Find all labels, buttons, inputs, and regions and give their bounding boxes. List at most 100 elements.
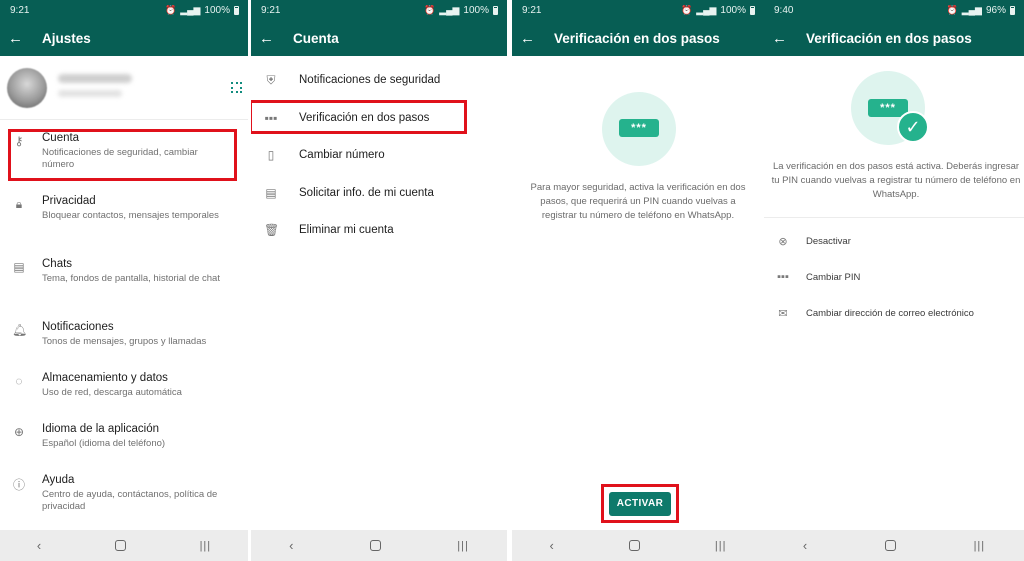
settings-item-ayuda[interactable]: ⓘ Ayuda Centro de ayuda, contáctanos, pol… bbox=[0, 473, 248, 521]
screen-ajustes: 9:21 ⏰ ▂▄▆ 100% ← Ajustes ⚷ Cuenta Notifi… bbox=[0, 0, 248, 561]
nav-home-icon[interactable] bbox=[884, 540, 896, 551]
battery-text: 100% bbox=[463, 4, 489, 16]
item-label: Solicitar info. de mi cuenta bbox=[299, 187, 434, 199]
page-title: Cuenta bbox=[293, 30, 339, 46]
option-label: Cambiar PIN bbox=[806, 271, 861, 283]
item-subtitle: Español (idioma del teléfono) bbox=[42, 438, 166, 449]
highlight-box bbox=[8, 129, 237, 181]
screen-cuenta: 9:21 ⏰ ▂▄▆ 100% ← Cuenta ⛨ Notificacione… bbox=[251, 0, 507, 561]
status-time: 9:21 bbox=[261, 4, 281, 16]
nav-home-icon[interactable] bbox=[114, 540, 126, 551]
chat-icon: ▤ bbox=[13, 260, 25, 274]
lock-icon: 🔒︎ bbox=[15, 197, 23, 211]
settings-item-idioma[interactable]: ⊕ Idioma de la aplicación Español (idioma… bbox=[0, 422, 248, 462]
divider bbox=[0, 119, 248, 120]
cancel-circle-icon: ⊗ bbox=[778, 235, 788, 248]
signal-icon: ▂▄▆ bbox=[696, 4, 717, 15]
trash-icon: 🗑︎ bbox=[264, 223, 280, 237]
alarm-icon: ⏰ bbox=[423, 4, 436, 15]
highlight-box bbox=[251, 100, 467, 134]
item-subtitle: Centro de ayuda, contáctanos, política d… bbox=[42, 489, 218, 512]
settings-item-almacenamiento[interactable]: ◌ Almacenamiento y datos Uso de red, desc… bbox=[0, 371, 248, 411]
option-change-email[interactable]: ✉ Cambiar dirección de correo electrónic… bbox=[764, 295, 1024, 331]
back-arrow-icon[interactable]: ← bbox=[520, 30, 544, 47]
highlight-box bbox=[601, 484, 679, 523]
profile-status-blurred bbox=[58, 90, 122, 97]
settings-item-privacidad[interactable]: 🔒︎ Privacidad Bloquear contactos, mensaje… bbox=[0, 194, 248, 246]
battery-icon bbox=[750, 5, 755, 15]
mail-icon: ✉ bbox=[778, 307, 788, 320]
pin-icon: *** bbox=[619, 119, 659, 137]
page-title: Ajustes bbox=[42, 30, 91, 46]
system-navigation-bar: ‹ ||| bbox=[512, 530, 764, 561]
status-time: 9:21 bbox=[10, 4, 30, 16]
back-arrow-icon[interactable]: ← bbox=[8, 30, 32, 47]
nav-recents-icon[interactable]: ||| bbox=[715, 540, 727, 552]
check-icon: ✓ bbox=[897, 111, 929, 143]
nav-recents-icon[interactable]: ||| bbox=[974, 540, 986, 552]
system-navigation-bar: ‹ ||| bbox=[764, 530, 1024, 561]
nav-back-icon[interactable]: ‹ bbox=[289, 538, 293, 553]
nav-back-icon[interactable]: ‹ bbox=[37, 538, 41, 553]
settings-item-notificaciones[interactable]: 🔔︎ Notificaciones Tonos de mensajes, grup… bbox=[0, 320, 248, 360]
item-title: Notificaciones bbox=[42, 321, 114, 333]
account-item-delete-account[interactable]: 🗑︎ Eliminar mi cuenta bbox=[251, 211, 507, 249]
nav-home-icon[interactable] bbox=[369, 540, 381, 551]
item-title: Chats bbox=[42, 258, 73, 270]
item-subtitle: Bloquear contactos, mensajes temporales bbox=[42, 210, 219, 221]
qr-code-icon[interactable] bbox=[231, 82, 242, 93]
item-title: Ayuda bbox=[42, 474, 75, 486]
shield-icon: ⛨ bbox=[266, 72, 276, 87]
item-label: Notificaciones de seguridad bbox=[299, 74, 441, 86]
option-change-pin[interactable]: ▪▪▪ Cambiar PIN bbox=[764, 259, 1024, 295]
page-title: Verificación en dos pasos bbox=[554, 30, 720, 46]
description-text: Para mayor seguridad, activa la verifica… bbox=[530, 182, 746, 221]
account-item-request-info[interactable]: ▤ Solicitar info. de mi cuenta bbox=[251, 174, 507, 212]
nav-recents-icon[interactable]: ||| bbox=[457, 540, 469, 552]
item-subtitle: Uso de red, descarga automática bbox=[42, 387, 182, 398]
nav-back-icon[interactable]: ‹ bbox=[550, 538, 554, 553]
nav-recents-icon[interactable]: ||| bbox=[200, 540, 212, 552]
nav-home-icon[interactable] bbox=[628, 540, 640, 551]
battery-text: 96% bbox=[985, 4, 1006, 16]
option-disable[interactable]: ⊗ Desactivar bbox=[764, 223, 1024, 259]
battery-icon bbox=[234, 5, 239, 15]
app-bar: ← Ajustes bbox=[0, 20, 248, 56]
battery-icon bbox=[1010, 5, 1015, 15]
system-navigation-bar: ‹ ||| bbox=[251, 530, 507, 561]
battery-text: 100% bbox=[204, 4, 230, 16]
item-title: Privacidad bbox=[42, 195, 96, 207]
alarm-icon: ⏰ bbox=[946, 4, 958, 15]
divider bbox=[764, 217, 1024, 218]
app-bar: ← Verificación en dos pasos bbox=[764, 20, 1024, 56]
battery-icon bbox=[493, 5, 498, 15]
document-icon: ▤ bbox=[265, 186, 277, 200]
signal-icon: ▂▄▆ bbox=[961, 4, 982, 15]
globe-icon: ⊕ bbox=[13, 425, 25, 439]
settings-item-chats[interactable]: ▤ Chats Tema, fondos de pantalla, histori… bbox=[0, 257, 248, 309]
item-label: Eliminar mi cuenta bbox=[299, 224, 394, 236]
status-bar: 9:21 ⏰ ▂▄▆ 100% bbox=[0, 0, 248, 20]
item-title: Almacenamiento y datos bbox=[42, 372, 168, 384]
signal-icon: ▂▄▆ bbox=[439, 4, 460, 15]
screen-two-step-active: 9:40 ⏰ ▂▄▆ 96% ← Verificación en dos pas… bbox=[764, 0, 1024, 561]
status-bar: 9:40 ⏰ ▂▄▆ 96% bbox=[764, 0, 1024, 20]
system-navigation-bar: ‹ ||| bbox=[0, 530, 248, 561]
profile-row[interactable] bbox=[0, 56, 248, 119]
profile-name-blurred bbox=[58, 74, 132, 83]
account-item-change-number[interactable]: ▯ Cambiar número bbox=[251, 136, 507, 174]
account-item-security-notifications[interactable]: ⛨ Notificaciones de seguridad bbox=[251, 61, 507, 99]
signal-icon: ▂▄▆ bbox=[180, 4, 201, 15]
avatar[interactable] bbox=[7, 67, 47, 108]
back-arrow-icon[interactable]: ← bbox=[259, 30, 283, 47]
app-bar: ← Cuenta bbox=[251, 20, 507, 56]
pin-dots-icon: ▪▪▪ bbox=[777, 271, 789, 283]
storage-icon: ◌ bbox=[15, 374, 23, 388]
status-bar: 9:21 ⏰ ▂▄▆ 100% bbox=[512, 0, 764, 20]
nav-back-icon[interactable]: ‹ bbox=[803, 538, 807, 553]
description-text: La verificación en dos pasos está activa… bbox=[771, 161, 1021, 200]
back-arrow-icon[interactable]: ← bbox=[772, 30, 796, 47]
item-title: Idioma de la aplicación bbox=[42, 423, 159, 435]
item-label: Cambiar número bbox=[299, 149, 385, 161]
alarm-icon: ⏰ bbox=[164, 4, 177, 15]
